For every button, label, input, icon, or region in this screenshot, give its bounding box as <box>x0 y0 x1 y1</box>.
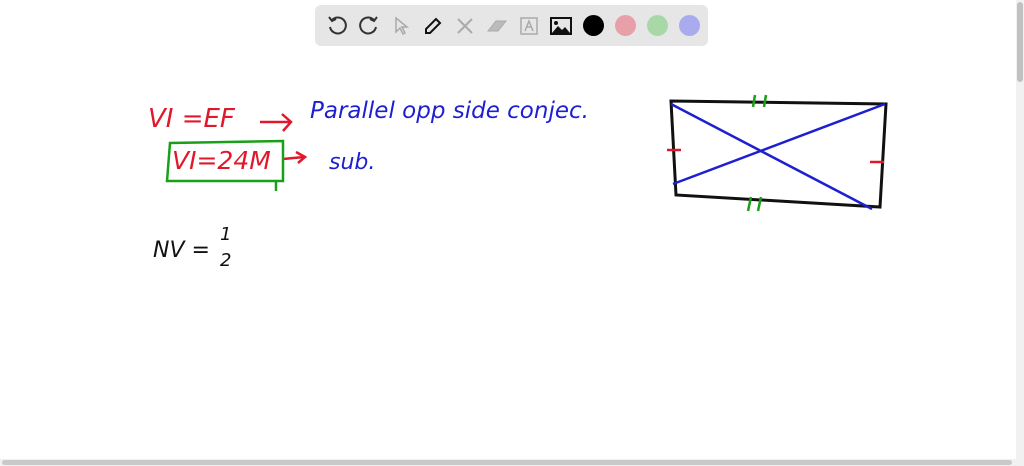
tick-marks-red <box>667 148 884 164</box>
diagonals <box>670 102 886 211</box>
horizontal-scrollbar[interactable] <box>0 459 1016 466</box>
whiteboard-canvas[interactable] <box>0 0 1016 459</box>
note-sub: sub. <box>329 150 376 175</box>
fraction-numerator: 1 <box>220 224 232 245</box>
horizontal-scroll-thumb[interactable] <box>2 460 1012 465</box>
arrow-1 <box>260 113 293 132</box>
equation-vi-ef: VI =EF <box>148 104 235 134</box>
equation-vi-24m: VI=24M <box>172 146 271 175</box>
equation-nv: NV = <box>153 238 210 263</box>
vertical-scrollbar[interactable] <box>1016 0 1024 466</box>
vertical-scroll-thumb[interactable] <box>1017 2 1023 82</box>
fraction-denominator: 2 <box>220 250 232 271</box>
arrow-2 <box>282 150 308 164</box>
note-parallel-opp-side: Parallel opp side conjec. <box>310 98 589 124</box>
